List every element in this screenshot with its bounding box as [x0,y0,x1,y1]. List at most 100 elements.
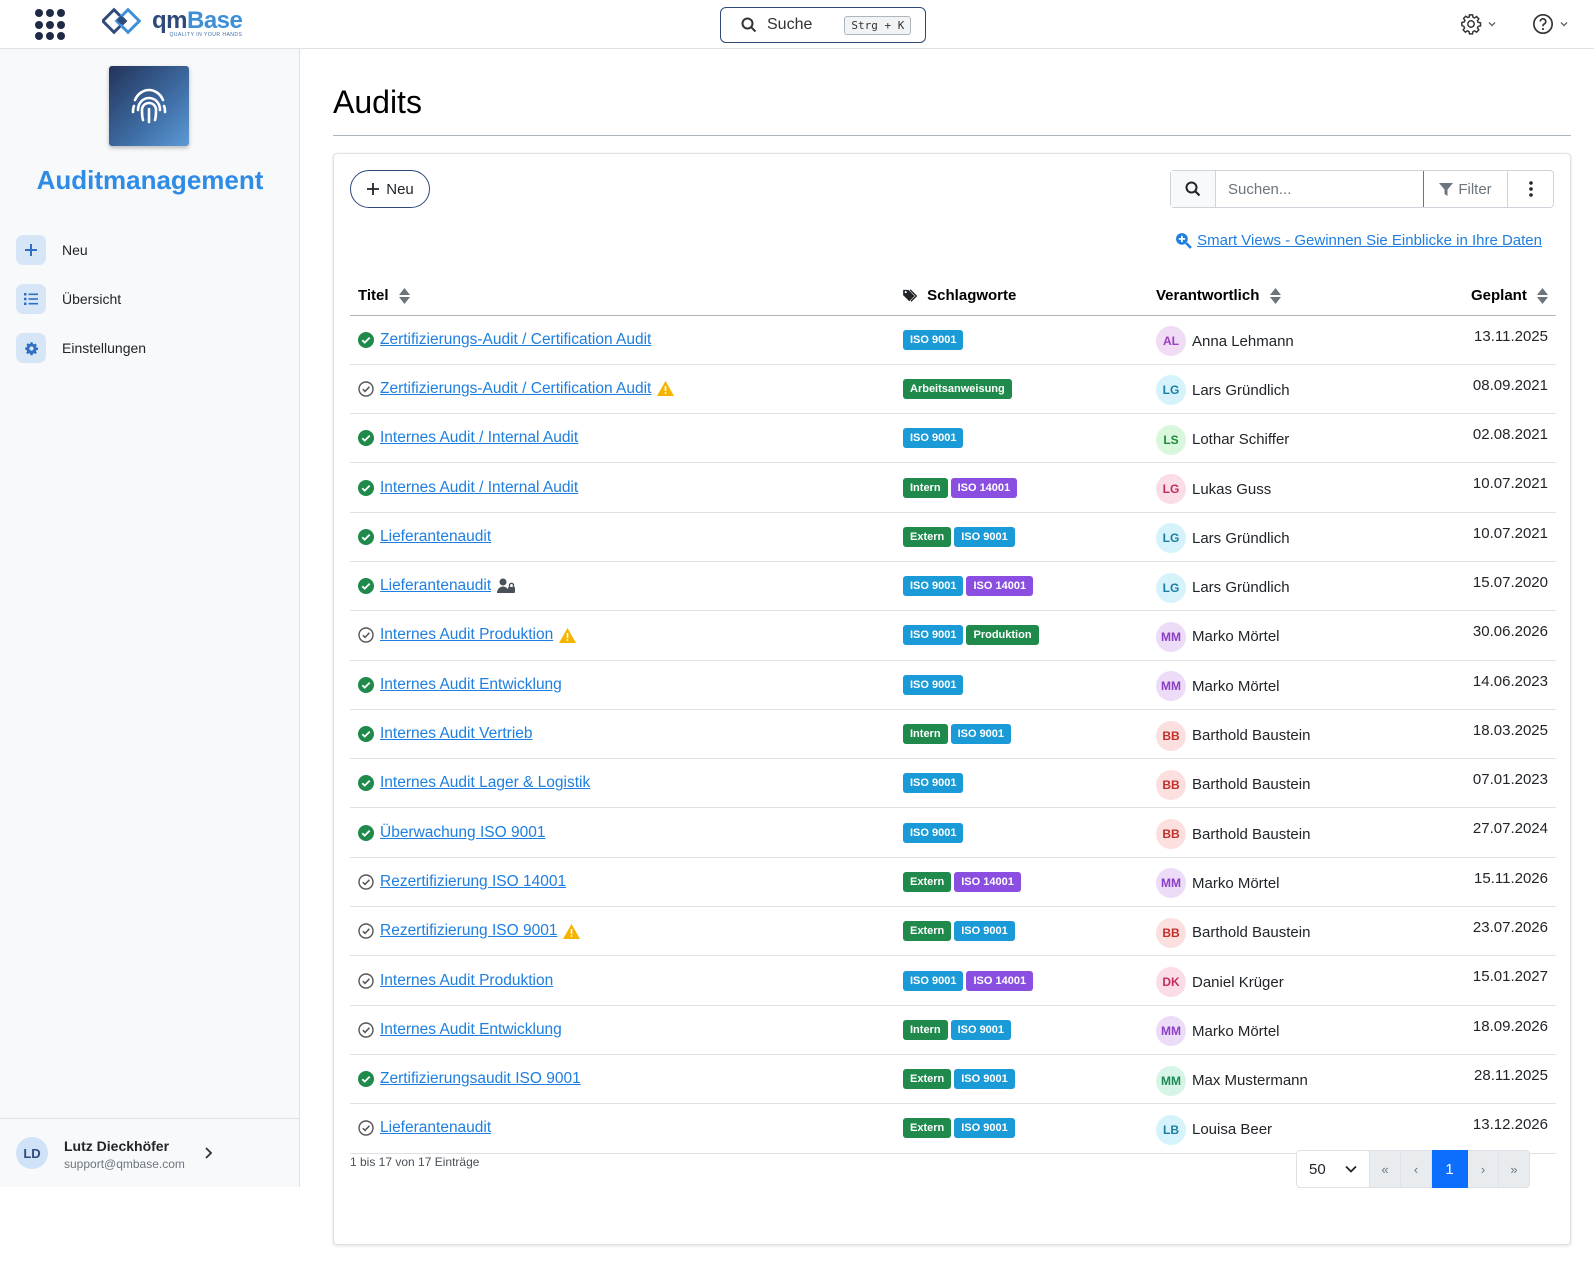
qmbase-logo[interactable]: qmBase QUALITY IN YOUR HANDS [102,7,243,39]
help-menu[interactable] [1532,13,1569,35]
responsible-name: Louisa Beer [1192,1121,1273,1139]
audit-title-link[interactable]: Lieferantenaudit [380,528,491,546]
tag-badge: ISO 14001 [966,576,1034,597]
tag-badge: ISO 9001 [903,773,964,794]
chevron-down-icon [1345,1165,1357,1173]
responsible-cell: LB Louisa Beer [1148,1103,1408,1154]
audit-title-link[interactable]: Zertifizierungs-Audit / Certification Au… [380,331,651,349]
audit-title-link[interactable]: Lieferantenaudit [380,1119,491,1137]
planned-date: 15.01.2027 [1408,955,1556,1006]
warning-icon [559,627,577,643]
responsible-cell: LS Lothar Schiffer [1148,413,1408,464]
tags-cell: ISO 9001 ISO 14001 [895,561,1148,612]
table-row: Internes Audit Produktion ISO 9001 ISO 140… [350,955,1556,1006]
title-cell: Lieferantenaudit [350,512,895,562]
audit-title-link[interactable]: Internes Audit Entwicklung [380,1021,562,1039]
search-icon[interactable] [1171,171,1216,207]
planned-date: 02.08.2021 [1408,413,1556,464]
responsible-cell: LG Lars Gründlich [1148,512,1408,562]
planned-date: 15.11.2026 [1408,857,1556,908]
global-search[interactable]: Suche Strg + K [720,7,926,43]
audit-title-link[interactable]: Internes Audit Lager & Logistik [380,774,590,792]
responsible-name: Barthold Baustein [1192,924,1311,942]
table-row: Rezertifizierung ISO 14001 Extern ISO 1400… [350,857,1556,908]
page-size-select[interactable]: 50 [1296,1150,1370,1188]
audit-title-link[interactable]: Internes Audit Entwicklung [380,676,562,694]
status-done-icon [358,430,374,447]
tags-cell: ISO 9001 Produktion [895,610,1148,661]
gear-icon [16,333,46,363]
column-title[interactable]: Titel [350,276,895,316]
audit-title-link[interactable]: Zertifizierungs-Audit / Certification Au… [380,380,651,398]
tag-badge: ISO 9001 [954,526,1015,547]
tags-cell: Intern ISO 9001 [895,709,1148,760]
responsible-name: Max Mustermann [1192,1072,1308,1090]
new-audit-button[interactable]: Neu [350,170,430,208]
last-page-button[interactable]: » [1499,1150,1530,1188]
planned-date: 23.07.2026 [1408,906,1556,957]
user-menu[interactable]: LD Lutz Dieckhöfer support@qmbase.com [0,1118,300,1187]
responsible-name: Barthold Baustein [1192,727,1311,745]
warning-icon [657,381,675,397]
responsible-cell: MM Marko Mörtel [1148,660,1408,710]
more-options-button[interactable] [1508,171,1553,207]
audit-title-link[interactable]: Internes Audit / Internal Audit [380,479,578,497]
table-row: Überwachung ISO 9001 ISO 9001 BB Barthold B… [350,807,1556,858]
responsible-cell: LG Lars Gründlich [1148,364,1408,415]
prev-page-button[interactable]: ‹ [1401,1150,1432,1188]
first-page-button[interactable]: « [1370,1150,1401,1188]
tag-badge: ISO 9001 [954,1069,1015,1090]
status-done-icon [358,726,374,743]
avatar: MM [1156,1065,1186,1096]
settings-menu[interactable] [1460,13,1497,35]
title-cell: Internes Audit Lager & Logistik [350,758,895,809]
app-grid-icon[interactable] [35,9,67,41]
planned-date: 14.06.2023 [1408,660,1556,710]
responsible-name: Marko Mörtel [1192,874,1280,892]
column-responsible[interactable]: Verantwortlich [1148,276,1408,316]
table-row: Zertifizierungs-Audit / Certification Au… [350,364,1556,415]
audit-title-link[interactable]: Internes Audit / Internal Audit [380,429,578,447]
audit-title-link[interactable]: Rezertifizierung ISO 14001 [380,873,566,891]
audit-title-link[interactable]: Rezertifizierung ISO 9001 [380,922,557,940]
audit-title-link[interactable]: Überwachung ISO 9001 [380,824,545,842]
responsible-cell: BB Barthold Baustein [1148,758,1408,809]
avatar: MM [1156,621,1186,652]
tags-cell: ISO 9001 [895,413,1148,464]
sidebar-item-settings[interactable]: Einstellungen [16,333,146,363]
planned-date: 10.07.2021 [1408,512,1556,562]
avatar: AL [1156,326,1186,357]
sidebar-item-overview[interactable]: Übersicht [16,284,121,314]
table-row: Internes Audit / Internal Audit ISO 9001 L… [350,413,1556,464]
table-row: Internes Audit / Internal Audit Intern ISO… [350,462,1556,513]
tags-cell: Extern ISO 9001 [895,1054,1148,1105]
avatar: BB [1156,917,1186,948]
module-title: Auditmanagement [36,165,264,195]
responsible-cell: MM Marko Mörtel [1148,610,1408,661]
filter-button[interactable]: Filter [1423,171,1508,207]
table-row: Lieferantenaudit Extern ISO 9001 LG Lars Grü… [350,512,1556,562]
tag-badge: ISO 9001 [903,674,964,695]
smart-views-link[interactable]: Smart Views - Gewinnen Sie Einblicke in … [1175,232,1542,249]
avatar: LD [16,1137,48,1169]
planned-date: 07.01.2023 [1408,758,1556,809]
status-done-icon [358,479,374,496]
page-1-button[interactable]: 1 [1432,1150,1468,1188]
sort-icon [398,287,410,304]
next-page-button[interactable]: › [1468,1150,1499,1188]
tag-badge: ISO 9001 [903,428,964,449]
audit-title-link[interactable]: Zertifizierungsaudit ISO 9001 [380,1070,581,1088]
audit-title-link[interactable]: Lieferantenaudit [380,577,491,595]
sidebar-item-new[interactable]: Neu [16,235,88,265]
gear-icon [1461,14,1482,35]
table-row: Internes Audit Produktion ISO 9001 Produkt… [350,610,1556,661]
audit-title-link[interactable]: Internes Audit Vertrieb [380,725,533,743]
user-email: support@qmbase.com [64,1157,185,1171]
avatar: LS [1156,424,1186,455]
table-search-input[interactable] [1216,171,1423,207]
column-planned-label: Geplant [1470,286,1527,304]
audit-title-link[interactable]: Internes Audit Produktion [380,626,553,644]
new-button-label: Neu [386,180,414,198]
audit-title-link[interactable]: Internes Audit Produktion [380,972,553,990]
column-planned[interactable]: Geplant [1408,276,1556,316]
